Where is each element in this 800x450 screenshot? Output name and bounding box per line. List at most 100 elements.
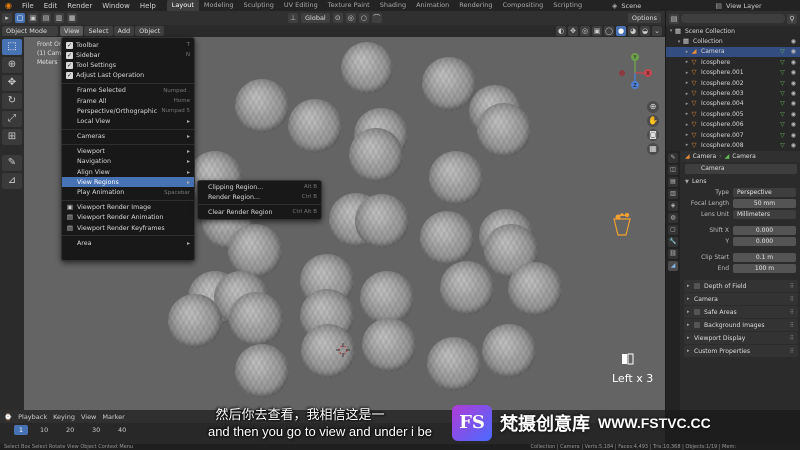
drag-handle-icon[interactable]: ⠿ xyxy=(790,322,794,329)
object-tab-icon[interactable]: ▢ xyxy=(668,225,678,235)
shading-material-icon[interactable]: ◕ xyxy=(628,26,638,36)
outliner-row[interactable]: ▸ ▽ Icosphere.003 ▽ ◉ xyxy=(666,88,800,98)
icosphere[interactable] xyxy=(228,224,282,278)
options-dropdown[interactable]: Options xyxy=(627,13,661,23)
select-box-tool-icon[interactable]: ⬚ xyxy=(2,39,22,55)
viewport-menu-add[interactable]: Add xyxy=(113,26,135,36)
icosphere[interactable] xyxy=(429,151,483,205)
outliner-row[interactable]: ▸ ▽ Icosphere.005 ▽ ◉ xyxy=(666,109,800,119)
transform-orientation-dropdown[interactable]: Global xyxy=(301,13,330,23)
icosphere[interactable] xyxy=(477,103,531,157)
viewport-menu-object[interactable]: Object xyxy=(135,26,165,36)
workspace-tab-scripting[interactable]: Scripting xyxy=(548,0,587,11)
panel-depth-of-field[interactable]: ▸ Depth of Field ⠿ xyxy=(684,280,798,292)
workspace-tab-rendering[interactable]: Rendering xyxy=(454,0,497,11)
menu-item-frame-selected[interactable]: Frame Selected Numpad . xyxy=(62,86,194,96)
menu-item-frame-all[interactable]: Frame All Home xyxy=(62,96,194,106)
checkbox-icon[interactable]: ✓ xyxy=(66,41,73,49)
view-layer-tab-icon[interactable]: ▥ xyxy=(668,189,678,199)
visibility-eye-icon[interactable]: ◉ xyxy=(791,142,796,149)
menu-item-perspective-orthographic[interactable]: Perspective/Orthographic Numpad 5 xyxy=(62,106,194,116)
constraint-tab-icon[interactable]: ⛓ xyxy=(668,249,678,259)
drag-handle-icon[interactable]: ⠿ xyxy=(790,283,794,290)
visibility-eye-icon[interactable]: ◉ xyxy=(791,69,796,76)
outliner-row[interactable]: ▸ ▽ Icosphere.004 ▽ ◉ xyxy=(666,99,800,109)
camera-view-icon[interactable]: ◙ xyxy=(647,129,659,141)
workspace-tab-uv-editing[interactable]: UV Editing xyxy=(279,0,323,11)
filter-icon[interactable]: ⚲ xyxy=(787,13,797,24)
menu-item-view-regions[interactable]: View Regions ▸ xyxy=(62,177,194,188)
overlay-toggle-icon[interactable]: ◎ xyxy=(580,26,590,36)
menu-item-sidebar[interactable]: ✓ Sidebar N xyxy=(62,50,194,60)
property-value-field[interactable]: 0.000 xyxy=(733,237,796,246)
visibility-eye-icon[interactable]: ◉ xyxy=(791,111,796,118)
drag-handle-icon[interactable]: ⠿ xyxy=(790,335,794,342)
menu-item-viewport[interactable]: Viewport ▸ xyxy=(62,147,194,157)
proportional-edit-icon[interactable]: ○ xyxy=(358,13,369,23)
outliner-row[interactable]: ▸ ◢ Camera ▽ ◉ xyxy=(666,46,800,58)
move-tool-icon[interactable]: ✥ xyxy=(2,75,22,91)
scene-name[interactable]: Scene xyxy=(621,2,711,10)
outliner-row[interactable]: ▾ ▦ Collection ◉ xyxy=(666,36,800,46)
icosphere[interactable] xyxy=(440,261,494,315)
outliner-row[interactable]: ▾ ▦ Scene Collection xyxy=(666,26,800,36)
shading-wireframe-icon[interactable]: ◯ xyxy=(604,26,614,36)
outliner-row[interactable]: ▸ ▽ Icosphere.008 ▽ ◉ xyxy=(666,140,800,150)
snap-icon[interactable]: ◎ xyxy=(345,13,356,23)
menu-item-tool-settings[interactable]: ✓ Tool Settings xyxy=(62,60,194,70)
icosphere[interactable] xyxy=(229,292,283,346)
menu-item-viewport-render-keyframes[interactable]: ▤ Viewport Render Keyframes xyxy=(62,223,194,233)
menu-window[interactable]: Window xyxy=(97,2,135,10)
scene-tab-icon[interactable]: ◈ xyxy=(668,201,678,211)
shading-solid-icon[interactable]: ● xyxy=(616,26,626,36)
tool-tab-icon[interactable]: ✎ xyxy=(668,153,678,163)
menu-render[interactable]: Render xyxy=(62,2,97,10)
visibility-eye-icon[interactable]: ◉ xyxy=(791,90,796,97)
menu-item-area[interactable]: Area ▸ xyxy=(62,238,194,248)
viewport-menu-select[interactable]: Select xyxy=(84,26,113,36)
camera-data-tab-icon[interactable]: ◢ xyxy=(668,261,678,271)
select-mode-new-icon[interactable]: ▢ xyxy=(15,13,25,23)
view-layer-icon[interactable]: ▤ xyxy=(715,2,722,10)
submenu-item-clipping-region-[interactable]: Clipping Region... Alt B xyxy=(198,182,321,192)
select-mode-extend-icon[interactable]: ▣ xyxy=(28,13,38,23)
outliner-row[interactable]: ▸ ▽ Icosphere.007 ▽ ◉ xyxy=(666,130,800,140)
checkbox-icon[interactable]: ✓ xyxy=(66,61,73,69)
select-mode-intersect-icon[interactable]: ▦ xyxy=(67,13,77,23)
scene-icon[interactable]: ◈ xyxy=(612,2,617,10)
icosphere[interactable] xyxy=(422,57,476,111)
object-mode-dropdown[interactable]: Object Mode xyxy=(2,26,58,36)
lens-panel-header[interactable]: ▼ Lens xyxy=(681,176,800,187)
icosphere[interactable] xyxy=(355,194,409,248)
panel-checkbox[interactable] xyxy=(694,322,700,328)
select-mode-subtract-icon[interactable]: ▤ xyxy=(41,13,51,23)
blender-logo-icon[interactable]: ◉ xyxy=(3,0,14,11)
zoom-icon[interactable]: ⊕ xyxy=(647,101,659,113)
property-value-field[interactable]: 50 mm xyxy=(733,199,796,208)
visibility-icon[interactable]: ◐ xyxy=(556,26,566,36)
menu-item-align-view[interactable]: Align View ▸ xyxy=(62,167,194,177)
outliner-row[interactable]: ▸ ▽ Icosphere.001 ▽ ◉ xyxy=(666,68,800,78)
scale-tool-icon[interactable]: ⤢ xyxy=(2,111,22,127)
menu-item-viewport-render-animation[interactable]: ▤ Viewport Render Animation xyxy=(62,213,194,223)
render-tab-icon[interactable]: ◫ xyxy=(668,165,678,175)
cursor-tool-icon[interactable]: ⊕ xyxy=(2,57,22,73)
visibility-eye-icon[interactable]: ◉ xyxy=(791,132,796,139)
shading-options-icon[interactable]: ⌄ xyxy=(652,26,662,36)
panel-custom-properties[interactable]: ▸ Custom Properties ⠿ xyxy=(684,345,798,357)
tool-select-icon[interactable]: ▸ xyxy=(2,13,12,23)
pan-hand-icon[interactable]: ✋ xyxy=(647,115,659,127)
menu-help[interactable]: Help xyxy=(135,2,161,10)
drag-handle-icon[interactable]: ⠿ xyxy=(790,348,794,355)
visibility-eye-icon[interactable]: ◉ xyxy=(791,80,796,87)
outliner-row[interactable]: ▸ ▽ Icosphere ▽ ◉ xyxy=(666,57,800,67)
falloff-icon[interactable]: ⌒ xyxy=(371,13,382,23)
panel-viewport-display[interactable]: ▸ Viewport Display ⠿ xyxy=(684,332,798,344)
outliner-search-input[interactable] xyxy=(681,14,785,23)
icosphere[interactable] xyxy=(362,318,416,372)
output-tab-icon[interactable]: ▤ xyxy=(668,177,678,187)
drag-handle-icon[interactable]: ⠿ xyxy=(790,309,794,316)
camera-object-icon[interactable] xyxy=(612,213,636,239)
visibility-eye-icon[interactable]: ◉ xyxy=(791,100,796,107)
menu-item-cameras[interactable]: Cameras ▸ xyxy=(62,132,194,142)
